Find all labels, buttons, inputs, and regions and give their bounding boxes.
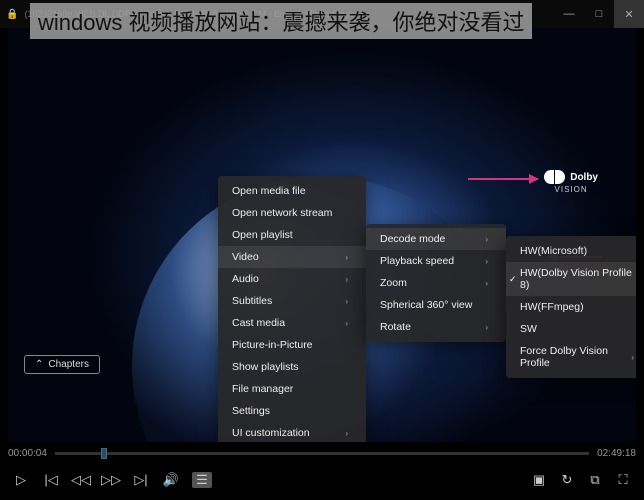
playlist-button[interactable]: ☰ [192, 472, 212, 488]
next-track-button[interactable]: ▷| [132, 471, 150, 489]
menu-item-label: Settings [232, 405, 270, 417]
video-viewport[interactable]: Dolby VISION Open media file Open network… [8, 28, 636, 442]
context-menu-item[interactable]: UI customization › [218, 422, 366, 442]
video-submenu-item[interactable]: Rotate › [366, 316, 506, 338]
context-menu-item[interactable]: Subtitles › [218, 290, 366, 312]
context-menu-item[interactable]: Picture-in-Picture [218, 334, 366, 356]
menu-item-label: SW [520, 323, 537, 335]
window-controls: — □ ✕ [554, 0, 644, 28]
decode-submenu-item[interactable]: HW(Microsoft) [506, 240, 636, 262]
menu-item-label: HW(FFmpeg) [520, 301, 584, 313]
menu-item-label: Zoom [380, 277, 407, 289]
chevron-right-icon: › [345, 253, 348, 262]
lock-icon: 🔒 [6, 9, 18, 20]
fullscreen-button[interactable]: ⛶ [614, 471, 632, 489]
menu-item-label: Cast media [232, 317, 285, 329]
menu-item-label: Force Dolby Vision Profile [520, 345, 631, 369]
menu-item-label: UI customization [232, 427, 310, 439]
context-menu-item[interactable]: File manager [218, 378, 366, 400]
chevron-right-icon: › [345, 275, 348, 284]
context-menu-item[interactable]: Cast media › [218, 312, 366, 334]
chevron-right-icon: › [485, 257, 488, 266]
chevron-right-icon: › [345, 319, 348, 328]
context-menu-item[interactable]: Open network stream [218, 202, 366, 224]
dolby-subtext: VISION [544, 185, 598, 194]
dolby-logo-icon: Dolby [544, 170, 598, 184]
time-total: 02:49:18 [597, 448, 636, 459]
context-menu-item[interactable]: Audio › [218, 268, 366, 290]
annotation-arrow-icon [468, 178, 538, 180]
menu-item-label: Video [232, 251, 259, 263]
menu-item-label: Picture-in-Picture [232, 339, 313, 351]
repeat-button[interactable]: ↻ [558, 471, 576, 489]
context-menu-main[interactable]: Open media file Open network stream Open p… [218, 176, 366, 442]
chevron-right-icon: › [345, 297, 348, 306]
menu-item-label: Audio [232, 273, 259, 285]
menu-item-label: HW(Dolby Vision Profile 8) [520, 267, 634, 291]
chevron-right-icon: › [485, 235, 488, 244]
chevron-right-icon: › [345, 429, 348, 438]
chapters-button[interactable]: ⌃ Chapters [24, 355, 100, 374]
volume-button[interactable]: 🔊 [162, 471, 180, 489]
chevron-up-icon: ⌃ [35, 359, 43, 370]
chevron-right-icon: › [485, 279, 488, 288]
menu-item-label: Rotate [380, 321, 411, 333]
video-submenu-item[interactable]: Spherical 360° view [366, 294, 506, 316]
seek-thumb[interactable] [101, 448, 107, 459]
cast-button[interactable]: ▣ [530, 471, 548, 489]
context-menu-item[interactable]: Video › [218, 246, 366, 268]
context-menu-item[interactable]: Settings [218, 400, 366, 422]
context-submenu-decode[interactable]: HW(Microsoft) HW(Dolby Vision Profile 8) H… [506, 236, 636, 378]
minimize-button[interactable]: — [554, 0, 584, 28]
rewind-button[interactable]: ◁◁ [72, 471, 90, 489]
menu-item-label: File manager [232, 383, 293, 395]
menu-item-label: HW(Microsoft) [520, 245, 587, 257]
dolby-vision-badge: Dolby VISION [544, 170, 598, 194]
pip-button[interactable]: ⧉ [586, 471, 604, 489]
seek-bar[interactable] [55, 452, 589, 455]
decode-submenu-item[interactable]: HW(FFmpeg) [506, 296, 636, 318]
video-submenu-item[interactable]: Playback speed › [366, 250, 506, 272]
decode-submenu-item[interactable]: SW [506, 318, 636, 340]
menu-item-label: Show playlists [232, 361, 299, 373]
menu-item-label: Playback speed [380, 255, 454, 267]
prev-track-button[interactable]: |◁ [42, 471, 60, 489]
menu-item-label: Open playlist [232, 229, 293, 241]
menu-item-label: Spherical 360° view [380, 299, 472, 311]
menu-item-label: Open network stream [232, 207, 332, 219]
menu-item-label: Subtitles [232, 295, 272, 307]
dolby-brand: Dolby [570, 172, 598, 183]
time-current: 00:00:04 [8, 448, 47, 459]
player-controls-bar: 00:00:04 02:49:18 ▷ |◁ ◁◁ ▷▷ ▷| 🔊 ☰ ▣ ↻ … [0, 442, 644, 500]
play-button[interactable]: ▷ [12, 471, 30, 489]
decode-submenu-item[interactable]: Force Dolby Vision Profile› [506, 340, 636, 374]
maximize-button[interactable]: □ [584, 0, 614, 28]
context-menu-item[interactable]: Open playlist [218, 224, 366, 246]
video-submenu-item[interactable]: Zoom › [366, 272, 506, 294]
chevron-right-icon: › [631, 353, 634, 362]
chevron-right-icon: › [485, 323, 488, 332]
context-submenu-video[interactable]: Decode mode › Playback speed › Zoom › Spherica… [366, 224, 506, 342]
video-submenu-item[interactable]: Decode mode › [366, 228, 506, 250]
context-menu-item[interactable]: Show playlists [218, 356, 366, 378]
overlay-banner: windows 视频播放网站：震撼来袭，你绝对没看过 [30, 3, 532, 39]
decode-submenu-item[interactable]: HW(Dolby Vision Profile 8) [506, 262, 636, 296]
forward-button[interactable]: ▷▷ [102, 471, 120, 489]
menu-item-label: Decode mode [380, 233, 445, 245]
context-menu-item[interactable]: Open media file [218, 180, 366, 202]
chapters-label: Chapters [48, 359, 89, 370]
close-button[interactable]: ✕ [614, 0, 644, 28]
menu-item-label: Open media file [232, 185, 306, 197]
